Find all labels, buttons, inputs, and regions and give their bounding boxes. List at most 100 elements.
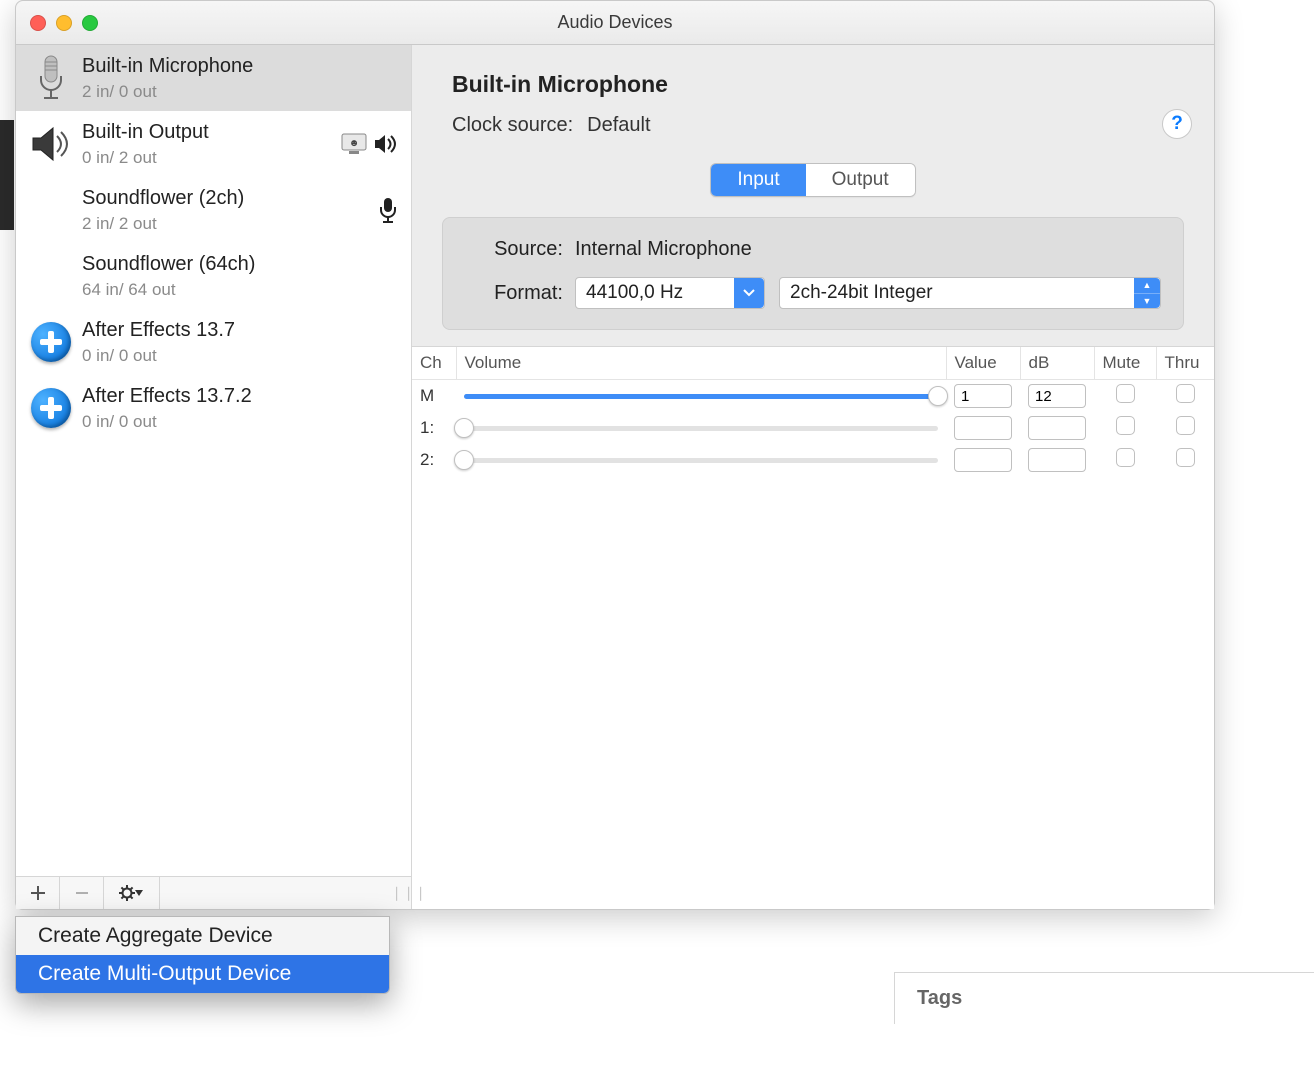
chevron-down-icon (734, 278, 764, 308)
value-input-1[interactable] (954, 416, 1012, 440)
volume-table-area: Ch Volume Value dB Mute Thru M (412, 346, 1214, 909)
mute-checkbox-master[interactable] (1116, 384, 1135, 403)
background-strip (0, 120, 14, 230)
device-item-after-effects-137[interactable]: After Effects 13.7 0 in/ 0 out (16, 309, 411, 375)
device-text: Soundflower (2ch) 2 in/ 2 out (78, 185, 379, 235)
device-badges (379, 197, 401, 223)
main-header: Built-in Microphone Clock source: Defaul… (412, 45, 1214, 155)
input-device-icon (379, 197, 397, 223)
device-name: Built-in Microphone (82, 53, 401, 79)
device-text: After Effects 13.7 0 in/ 0 out (78, 317, 401, 367)
remove-device-button[interactable] (60, 877, 104, 909)
device-name: Soundflower (2ch) (82, 185, 379, 211)
col-mute: Mute (1094, 347, 1156, 380)
titlebar: Audio Devices (16, 1, 1214, 45)
col-value: Value (946, 347, 1020, 380)
blank-icon (24, 249, 78, 303)
aggregate-icon (24, 315, 78, 369)
stepper-icon: ▲▼ (1134, 278, 1160, 308)
minimize-window-button[interactable] (56, 15, 72, 31)
sample-rate-select[interactable]: 44100,0 Hz (575, 277, 765, 309)
bit-depth-value: 2ch-24bit Integer (780, 282, 1134, 304)
mute-checkbox-1[interactable] (1116, 416, 1135, 435)
tab-output[interactable]: Output (806, 164, 915, 196)
tags-section-label: Tags (894, 972, 1314, 1024)
source-row: Source: Internal Microphone (465, 238, 1161, 261)
mute-checkbox-2[interactable] (1116, 448, 1135, 467)
device-io: 64 in/ 64 out (82, 279, 401, 301)
bit-depth-select[interactable]: 2ch-24bit Integer ▲▼ (779, 277, 1161, 309)
device-sidebar: Built-in Microphone 2 in/ 0 out Built-in… (16, 45, 412, 909)
device-name: Soundflower (64ch) (82, 251, 401, 277)
audio-devices-window: Audio Devices Built-in Mi (15, 0, 1215, 910)
clock-source-value[interactable]: Default (587, 114, 650, 137)
device-name: Built-in Output (82, 119, 341, 145)
tab-input[interactable]: Input (711, 164, 805, 196)
device-list: Built-in Microphone 2 in/ 0 out Built-in… (16, 45, 411, 876)
aggregate-icon (24, 381, 78, 435)
device-item-built-in-output[interactable]: Built-in Output 0 in/ 2 out ☻ (16, 111, 411, 177)
system-output-icon: ☻ (341, 133, 367, 155)
source-label: Source: (465, 238, 575, 261)
db-input-2[interactable] (1028, 448, 1086, 472)
col-db: dB (1020, 347, 1094, 380)
device-item-after-effects-1372[interactable]: After Effects 13.7.2 0 in/ 0 out (16, 375, 411, 441)
device-item-soundflower-64ch[interactable]: Soundflower (64ch) 64 in/ 64 out (16, 243, 411, 309)
format-label: Format: (465, 282, 575, 305)
col-channel: Ch (412, 347, 456, 380)
thru-checkbox-1[interactable] (1176, 416, 1195, 435)
device-text: After Effects 13.7.2 0 in/ 0 out (78, 383, 401, 433)
speaker-icon (24, 117, 78, 171)
sample-rate-value: 44100,0 Hz (576, 282, 734, 304)
channel-label: 1: (412, 412, 456, 444)
channel-row-master: M (412, 380, 1214, 413)
device-text: Built-in Microphone 2 in/ 0 out (78, 53, 401, 103)
thru-checkbox-2[interactable] (1176, 448, 1195, 467)
content: Built-in Microphone 2 in/ 0 out Built-in… (16, 45, 1214, 909)
format-controls: 44100,0 Hz 2ch-24bit Integer ▲▼ (575, 277, 1161, 309)
device-io: 0 in/ 2 out (82, 147, 341, 169)
col-thru: Thru (1156, 347, 1214, 380)
io-tabs: Input Output (412, 155, 1214, 217)
help-button[interactable]: ? (1162, 109, 1192, 139)
close-window-button[interactable] (30, 15, 46, 31)
value-input-2[interactable] (954, 448, 1012, 472)
col-volume: Volume (456, 347, 946, 380)
segmented-control: Input Output (710, 163, 915, 197)
thru-checkbox-master[interactable] (1176, 384, 1195, 403)
device-text: Soundflower (64ch) 64 in/ 64 out (78, 251, 401, 301)
resize-grip-icon[interactable]: ⎹⎹⎹ (391, 877, 411, 909)
device-text: Built-in Output 0 in/ 2 out (78, 119, 341, 169)
channel-row-2: 2: (412, 444, 1214, 476)
format-row: Format: 44100,0 Hz 2ch-24bit Integer ▲▼ (465, 277, 1161, 309)
value-input-master[interactable] (954, 384, 1012, 408)
volume-slider-2[interactable] (464, 448, 938, 472)
microphone-icon (24, 51, 78, 105)
db-input-1[interactable] (1028, 416, 1086, 440)
device-name: After Effects 13.7 (82, 317, 401, 343)
channel-label: M (412, 380, 456, 413)
device-item-built-in-microphone[interactable]: Built-in Microphone 2 in/ 0 out (16, 45, 411, 111)
device-name: After Effects 13.7.2 (82, 383, 401, 409)
main-panel: Built-in Microphone Clock source: Defaul… (412, 45, 1214, 909)
source-format-panel: Source: Internal Microphone Format: 4410… (442, 217, 1184, 330)
volume-slider-1[interactable] (464, 416, 938, 440)
device-title: Built-in Microphone (452, 71, 1184, 98)
device-item-soundflower-2ch[interactable]: Soundflower (2ch) 2 in/ 2 out (16, 177, 411, 243)
svg-text:☻: ☻ (349, 138, 360, 149)
device-io: 2 in/ 2 out (82, 213, 379, 235)
menu-item-create-aggregate[interactable]: Create Aggregate Device (16, 917, 389, 955)
sidebar-footer: ⎹⎹⎹ (16, 876, 411, 909)
zoom-window-button[interactable] (82, 15, 98, 31)
db-input-master[interactable] (1028, 384, 1086, 408)
source-value[interactable]: Internal Microphone (575, 238, 752, 261)
clock-source-row: Clock source: Default (452, 114, 1184, 137)
volume-table: Ch Volume Value dB Mute Thru M (412, 347, 1214, 476)
device-actions-button[interactable] (104, 877, 160, 909)
volume-slider-master[interactable] (464, 384, 938, 408)
sound-output-icon (373, 134, 397, 154)
add-device-button[interactable] (16, 877, 60, 909)
clock-source-label: Clock source: (452, 114, 573, 137)
window-title: Audio Devices (16, 12, 1214, 33)
window-controls (30, 15, 98, 31)
